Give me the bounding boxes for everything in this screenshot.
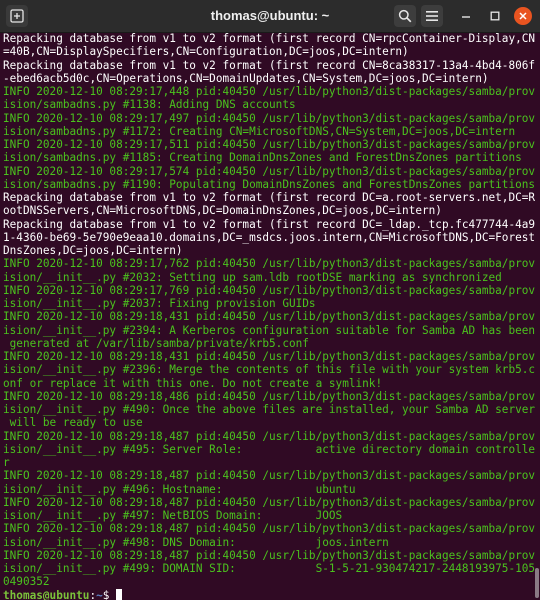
prompt-path: ~	[96, 588, 103, 600]
log-info-line: INFO 2020-12-10 08:29:17,448 pid:40450 /…	[3, 85, 535, 98]
log-info-line: INFO 2020-12-10 08:29:17,497 pid:40450 /…	[3, 111, 535, 125]
log-info-line: ision/__init__.py #499: DOMAIN SID: S-1-…	[3, 562, 535, 575]
log-info-line: ision/__init__.py #495: Server Role: act…	[3, 442, 535, 456]
scrollbar-thumb[interactable]	[535, 568, 539, 598]
log-info-line: INFO 2020-12-10 08:29:18,431 pid:40450 /…	[3, 350, 535, 363]
maximize-button[interactable]	[486, 7, 504, 25]
log-output-line: Repacking database from v1 to v2 format …	[3, 217, 535, 231]
terminal-lines: Repacking database from v1 to v2 format …	[3, 32, 535, 589]
log-output-line: ootDNSServers,CN=MicrosoftDNS,DC=DomainD…	[3, 204, 442, 218]
terminal-output[interactable]: Repacking database from v1 to v2 format …	[3, 32, 535, 600]
log-output-line: Repacking database from v1 to v2 format …	[3, 58, 535, 72]
log-info-line: ision/__init__.py #2394: A Kerberos conf…	[3, 323, 535, 337]
log-info-line: ision/sambadns.py #1138: Adding DNS acco…	[3, 98, 296, 112]
close-button[interactable]	[514, 7, 532, 25]
log-info-line: ision/__init__.py #490: Once the above f…	[3, 403, 535, 416]
command-prompt-line[interactable]: thomas@ubuntu:~$	[3, 588, 535, 600]
terminal-window: thomas@ubuntu: ~ Repacking database from…	[0, 0, 540, 600]
log-info-line: INFO 2020-12-10 08:29:18,487 pid:40450 /…	[3, 495, 535, 509]
log-info-line: INFO 2020-12-10 08:29:18,487 pid:40450 /…	[3, 469, 535, 483]
prompt-symbol: $	[102, 588, 117, 600]
log-info-line: ision/sambadns.py #1172: Creating CN=Mic…	[3, 124, 516, 138]
log-info-line: will be ready to use	[3, 416, 143, 430]
log-info-line: INFO 2020-12-10 08:29:18,486 pid:40450 /…	[3, 389, 535, 403]
title-bar: thomas@ubuntu: ~	[0, 0, 540, 33]
log-info-line: ision/sambadns.py #1185: Creating Domain…	[3, 151, 522, 165]
log-info-line: generated at /var/lib/samba/private/krb5…	[3, 336, 309, 350]
minimize-button[interactable]	[457, 7, 475, 25]
log-output-line: =40B,CN=DisplaySpecifiers,CN=Configurati…	[3, 45, 409, 59]
log-info-line: 0490352	[3, 575, 50, 589]
log-info-line: INFO 2020-12-10 08:29:17,574 pid:40450 /…	[3, 164, 535, 178]
log-info-line: ision/__init__.py #2396: Merge the conte…	[3, 363, 535, 377]
text-cursor	[116, 588, 123, 600]
log-output-line: 1-4360-be69-5e790e9eaa10.domains,DC=_msd…	[3, 230, 535, 244]
log-output-line: -ebed6acb5d0c,CN=Operations,CN=DomainUpd…	[3, 71, 489, 85]
log-info-line: onf or replace it with this one. Do not …	[3, 376, 383, 390]
new-tab-button[interactable]	[6, 5, 28, 27]
log-info-line: ision/__init__.py #2037: Fixing provisio…	[3, 297, 316, 310]
log-info-line: ision/__init__.py #2032: Setting up sam.…	[3, 270, 502, 284]
prompt-user-host: thomas@ubuntu	[3, 588, 90, 600]
search-button[interactable]	[394, 5, 416, 27]
log-output-line: Repacking database from v1 to v2 format …	[3, 191, 535, 204]
log-info-line: INFO 2020-12-10 08:29:18,431 pid:40450 /…	[3, 310, 535, 324]
scrollbar[interactable]	[534, 32, 540, 600]
log-info-line: ision/__init__.py #496: Hostname: ubuntu	[3, 482, 356, 496]
log-info-line: ision/sambadns.py #1190: Populating Doma…	[3, 177, 535, 191]
menu-button[interactable]	[421, 5, 443, 27]
log-info-line: INFO 2020-12-10 08:29:17,511 pid:40450 /…	[3, 138, 535, 151]
log-info-line: r	[3, 456, 10, 469]
log-info-line: INFO 2020-12-10 08:29:18,487 pid:40450 /…	[3, 522, 535, 536]
log-info-line: ision/__init__.py #498: DNS Domain: joos…	[3, 535, 389, 549]
log-info-line: INFO 2020-12-10 08:29:18,487 pid:40450 /…	[3, 548, 535, 562]
log-info-line: INFO 2020-12-10 08:29:18,487 pid:40450 /…	[3, 429, 535, 443]
log-info-line: INFO 2020-12-10 08:29:17,762 pid:40450 /…	[3, 257, 535, 271]
log-output-line: DnsZones,DC=joos,DC=intern)	[3, 244, 183, 257]
log-info-line: ision/__init__.py #497: NetBIOS Domain: …	[3, 509, 343, 522]
log-info-line: INFO 2020-12-10 08:29:17,769 pid:40450 /…	[3, 283, 535, 297]
log-output-line: Repacking database from v1 to v2 format …	[3, 32, 535, 45]
